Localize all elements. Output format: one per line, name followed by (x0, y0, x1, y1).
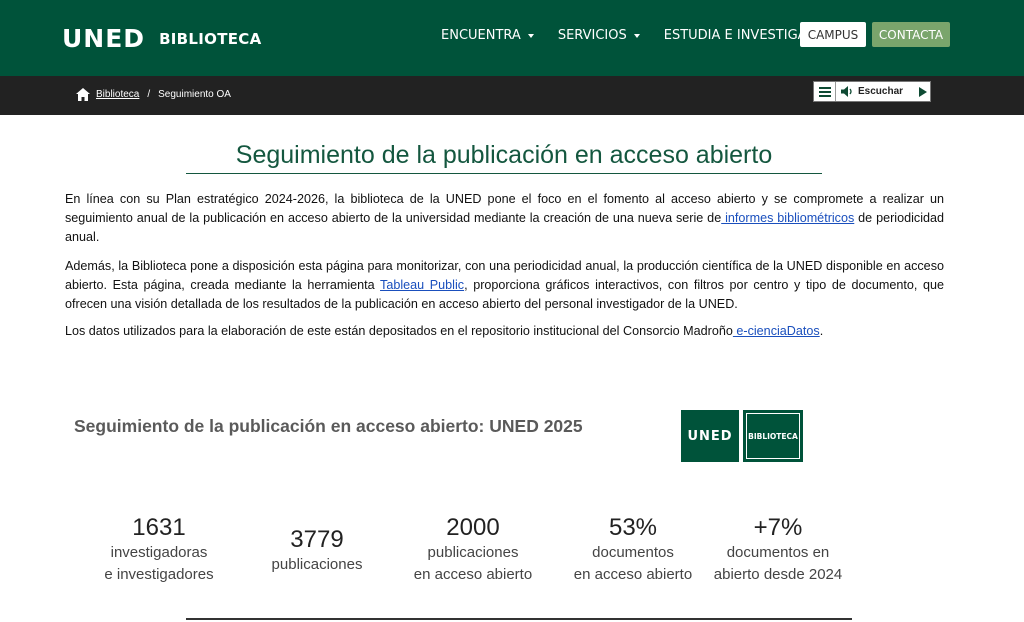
home-icon[interactable] (76, 88, 90, 101)
stat-crecimiento: +7% documentos en abierto desde 2024 (703, 514, 853, 586)
nav-encuentra-label: ENCUENTRA (441, 28, 521, 43)
breadcrumb: Biblioteca / Seguimiento OA (76, 88, 231, 101)
nav-encuentra[interactable]: ENCUENTRA (441, 28, 534, 43)
informes-bibliometricos-link[interactable]: informes bibliométricos (721, 211, 854, 225)
breadcrumb-current: Seguimiento OA (158, 89, 231, 100)
p3-text: Los datos utilizados para la elaboración… (65, 324, 733, 338)
stat-publicaciones-abierto: 2000 publicaciones en acceso abierto (403, 514, 543, 586)
listen-widget: Escuchar (813, 81, 931, 102)
stat-label-line2: en acceso abierto (413, 566, 533, 583)
dashboard-title: Seguimiento de la publicación en acceso … (74, 416, 583, 436)
stat-label-line1: documentos (592, 544, 674, 561)
dashboard-logo-biblioteca-text: BIBLIOTECA (746, 413, 800, 459)
listen-button[interactable]: Escuchar (836, 86, 916, 97)
nav-servicios-label: SERVICIOS (557, 28, 627, 43)
chevron-down-icon (633, 33, 640, 38)
stat-value: 53% (608, 514, 658, 541)
nav-estudia-label: ESTUDIA E INVESTIGA (663, 28, 807, 43)
uned-biblioteca-logo[interactable]: UNED BIBLIOTECA (62, 24, 262, 53)
stat-value: +7% (753, 514, 803, 541)
main-nav: ENCUENTRA SERVICIOS ESTUDIA E INVESTIGA (441, 28, 844, 43)
stat-label-line1: investigadoras (110, 544, 208, 561)
dashboard-logo: UNED BIBLIOTECA (681, 410, 803, 462)
stat-label-line2: abierto desde 2024 (713, 566, 843, 583)
stat-label-line1: publicaciones (427, 544, 519, 561)
hamburger-icon (818, 86, 831, 97)
stat-label-line1: documentos en (726, 544, 830, 561)
stat-publicaciones: 3779 publicaciones (252, 526, 382, 576)
play-button[interactable] (916, 86, 930, 97)
play-icon (919, 86, 927, 97)
stat-label-line1: publicaciones (271, 556, 363, 573)
nav-estudia-investiga[interactable]: ESTUDIA E INVESTIGA (664, 28, 820, 43)
tableau-public-link[interactable]: Tableau Public (380, 278, 464, 292)
stat-porcentaje-abierto: 53% documentos en acceso abierto (563, 514, 703, 586)
contacta-button[interactable]: CONTACTA (872, 22, 950, 47)
e-cienciadatos-link[interactable]: e-cienciaDatos (733, 324, 819, 338)
stat-label-line2: e investigadores (104, 566, 214, 583)
stat-value: 2000 (446, 514, 500, 541)
tableau-paragraph: Además, la Biblioteca pone a disposición… (65, 257, 944, 314)
breadcrumb-biblioteca-link[interactable]: Biblioteca (96, 89, 139, 100)
dashboard-divider (186, 618, 852, 620)
dashboard-logo-uned: UNED (681, 410, 739, 462)
page-title: Seguimiento de la publicación en acceso … (186, 141, 822, 174)
intro-paragraph: En línea con su Plan estratégico 2024-20… (65, 190, 944, 247)
stat-value: 1631 (132, 514, 186, 541)
top-header: UNED BIBLIOTECA ENCUENTRA SERVICIOS ESTU… (0, 0, 1024, 76)
stat-value: 3779 (290, 526, 344, 553)
dashboard-logo-biblioteca: BIBLIOTECA (743, 410, 803, 462)
chevron-down-icon (527, 33, 534, 38)
logo-uned-text: UNED (62, 24, 146, 53)
listen-label: Escuchar (858, 86, 904, 97)
campus-button[interactable]: CAMPUS (800, 22, 866, 47)
speaker-icon (841, 86, 852, 97)
stat-investigadores: 1631 investigadoras e investigadores (92, 514, 226, 586)
breadcrumb-separator: / (147, 89, 151, 100)
logo-biblioteca-text: BIBLIOTECA (159, 29, 262, 48)
nav-servicios[interactable]: SERVICIOS (558, 28, 640, 43)
p3-text-end: . (819, 324, 824, 338)
stat-label-line2: en acceso abierto (573, 566, 693, 583)
listen-menu-button[interactable] (814, 82, 836, 101)
data-paragraph: Los datos utilizados para la elaboración… (65, 322, 944, 341)
